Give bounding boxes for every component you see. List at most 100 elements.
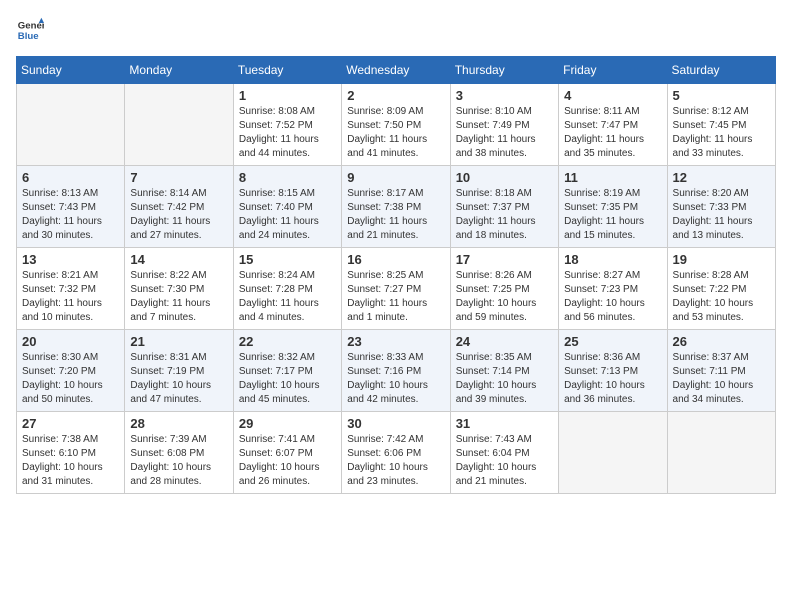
col-header-friday: Friday (559, 57, 667, 84)
col-header-monday: Monday (125, 57, 233, 84)
svg-text:Blue: Blue (18, 31, 39, 42)
col-header-sunday: Sunday (17, 57, 125, 84)
day-number: 10 (456, 170, 553, 185)
calendar-cell: 2 Sunrise: 8:09 AMSunset: 7:50 PMDaylight… (342, 84, 450, 166)
logo: General Blue (16, 16, 44, 44)
col-header-thursday: Thursday (450, 57, 558, 84)
calendar-cell: 29 Sunrise: 7:41 AMSunset: 6:07 PMDayligh… (233, 412, 341, 494)
calendar-cell: 12 Sunrise: 8:20 AMSunset: 7:33 PMDayligh… (667, 166, 775, 248)
calendar-cell: 22Sunrise: 8:32 AMSunset: 7:17 PMDayligh… (233, 330, 341, 412)
calendar-cell: 23 Sunrise: 8:33 AMSunset: 7:16 PMDayligh… (342, 330, 450, 412)
calendar-week-row: 27 Sunrise: 7:38 AMSunset: 6:10 PMDayligh… (17, 412, 776, 494)
day-info: Sunrise: 8:19 AMSunset: 7:35 PMDaylight:… (564, 187, 661, 243)
day-number: 8 (239, 170, 336, 185)
calendar-cell: 19 Sunrise: 8:28 AMSunset: 7:22 PMDayligh… (667, 248, 775, 330)
day-number: 23 (347, 334, 444, 349)
day-info: Sunrise: 8:11 AMSunset: 7:47 PMDaylight:… (564, 105, 661, 161)
day-number: 4 (564, 88, 661, 103)
day-info: Sunrise: 8:33 AMSunset: 7:16 PMDaylight:… (347, 351, 444, 407)
day-number: 2 (347, 88, 444, 103)
day-number: 7 (130, 170, 227, 185)
day-number: 19 (673, 252, 770, 267)
calendar-cell: 3Sunrise: 8:10 AMSunset: 7:49 PMDaylight… (450, 84, 558, 166)
calendar-header-row: SundayMondayTuesdayWednesdayThursdayFrid… (17, 57, 776, 84)
calendar-cell: 15 Sunrise: 8:24 AMSunset: 7:28 PMDayligh… (233, 248, 341, 330)
day-info: Sunrise: 8:12 AMSunset: 7:45 PMDaylight:… (673, 105, 770, 161)
day-info: Sunrise: 8:31 AMSunset: 7:19 PMDaylight:… (130, 351, 227, 407)
calendar-cell: 8 Sunrise: 8:15 AMSunset: 7:40 PMDaylight… (233, 166, 341, 248)
day-info: Sunrise: 8:18 AMSunset: 7:37 PMDaylight:… (456, 187, 553, 243)
day-number: 13 (22, 252, 119, 267)
calendar-cell: 27 Sunrise: 7:38 AMSunset: 6:10 PMDayligh… (17, 412, 125, 494)
calendar-cell (667, 412, 775, 494)
day-info: Sunrise: 8:20 AMSunset: 7:33 PMDaylight:… (673, 187, 770, 243)
day-info: Sunrise: 8:25 AMSunset: 7:27 PMDaylight:… (347, 269, 444, 325)
day-number: 26 (673, 334, 770, 349)
calendar-cell: 18Sunrise: 8:27 AMSunset: 7:23 PMDayligh… (559, 248, 667, 330)
day-info: Sunrise: 8:35 AMSunset: 7:14 PMDaylight:… (456, 351, 553, 407)
calendar-cell: 25Sunrise: 8:36 AMSunset: 7:13 PMDayligh… (559, 330, 667, 412)
day-number: 12 (673, 170, 770, 185)
calendar-cell: 21 Sunrise: 8:31 AMSunset: 7:19 PMDayligh… (125, 330, 233, 412)
day-number: 30 (347, 416, 444, 431)
day-number: 24 (456, 334, 553, 349)
day-info: Sunrise: 8:17 AMSunset: 7:38 PMDaylight:… (347, 187, 444, 243)
calendar-cell: 16 Sunrise: 8:25 AMSunset: 7:27 PMDayligh… (342, 248, 450, 330)
col-header-saturday: Saturday (667, 57, 775, 84)
day-number: 3 (456, 88, 553, 103)
day-number: 14 (130, 252, 227, 267)
day-info: Sunrise: 8:21 AMSunset: 7:32 PMDaylight:… (22, 269, 119, 325)
calendar-table: SundayMondayTuesdayWednesdayThursdayFrid… (16, 56, 776, 494)
day-number: 6 (22, 170, 119, 185)
calendar-cell: 4 Sunrise: 8:11 AMSunset: 7:47 PMDaylight… (559, 84, 667, 166)
calendar-cell (125, 84, 233, 166)
day-number: 15 (239, 252, 336, 267)
day-info: Sunrise: 7:43 AMSunset: 6:04 PMDaylight:… (456, 433, 553, 489)
day-info: Sunrise: 8:09 AMSunset: 7:50 PMDaylight:… (347, 105, 444, 161)
day-info: Sunrise: 8:26 AMSunset: 7:25 PMDaylight:… (456, 269, 553, 325)
day-number: 11 (564, 170, 661, 185)
day-info: Sunrise: 8:37 AMSunset: 7:11 PMDaylight:… (673, 351, 770, 407)
calendar-cell: 7Sunrise: 8:14 AMSunset: 7:42 PMDaylight… (125, 166, 233, 248)
day-info: Sunrise: 8:28 AMSunset: 7:22 PMDaylight:… (673, 269, 770, 325)
calendar-week-row: 20Sunrise: 8:30 AMSunset: 7:20 PMDayligh… (17, 330, 776, 412)
calendar-cell: 26 Sunrise: 8:37 AMSunset: 7:11 PMDayligh… (667, 330, 775, 412)
calendar-cell (17, 84, 125, 166)
calendar-cell: 10 Sunrise: 8:18 AMSunset: 7:37 PMDayligh… (450, 166, 558, 248)
calendar-cell: 24 Sunrise: 8:35 AMSunset: 7:14 PMDayligh… (450, 330, 558, 412)
day-info: Sunrise: 8:15 AMSunset: 7:40 PMDaylight:… (239, 187, 336, 243)
calendar-cell: 14Sunrise: 8:22 AMSunset: 7:30 PMDayligh… (125, 248, 233, 330)
calendar-cell: 6 Sunrise: 8:13 AMSunset: 7:43 PMDaylight… (17, 166, 125, 248)
day-info: Sunrise: 7:41 AMSunset: 6:07 PMDaylight:… (239, 433, 336, 489)
calendar-cell: 11 Sunrise: 8:19 AMSunset: 7:35 PMDayligh… (559, 166, 667, 248)
day-number: 27 (22, 416, 119, 431)
day-info: Sunrise: 8:24 AMSunset: 7:28 PMDaylight:… (239, 269, 336, 325)
calendar-week-row: 6 Sunrise: 8:13 AMSunset: 7:43 PMDaylight… (17, 166, 776, 248)
calendar-week-row: 1 Sunrise: 8:08 AMSunset: 7:52 PMDaylight… (17, 84, 776, 166)
day-number: 29 (239, 416, 336, 431)
day-number: 1 (239, 88, 336, 103)
day-info: Sunrise: 8:36 AMSunset: 7:13 PMDaylight:… (564, 351, 661, 407)
day-info: Sunrise: 7:39 AMSunset: 6:08 PMDaylight:… (130, 433, 227, 489)
day-number: 28 (130, 416, 227, 431)
calendar-cell: 9 Sunrise: 8:17 AMSunset: 7:38 PMDaylight… (342, 166, 450, 248)
day-number: 31 (456, 416, 553, 431)
calendar-week-row: 13 Sunrise: 8:21 AMSunset: 7:32 PMDayligh… (17, 248, 776, 330)
calendar-cell: 28 Sunrise: 7:39 AMSunset: 6:08 PMDayligh… (125, 412, 233, 494)
day-number: 16 (347, 252, 444, 267)
day-number: 20 (22, 334, 119, 349)
calendar-cell: 30Sunrise: 7:42 AMSunset: 6:06 PMDayligh… (342, 412, 450, 494)
day-number: 17 (456, 252, 553, 267)
day-number: 18 (564, 252, 661, 267)
day-number: 5 (673, 88, 770, 103)
day-number: 21 (130, 334, 227, 349)
day-info: Sunrise: 8:32 AMSunset: 7:17 PMDaylight:… (239, 351, 336, 407)
day-number: 9 (347, 170, 444, 185)
day-info: Sunrise: 8:08 AMSunset: 7:52 PMDaylight:… (239, 105, 336, 161)
calendar-cell (559, 412, 667, 494)
day-info: Sunrise: 8:13 AMSunset: 7:43 PMDaylight:… (22, 187, 119, 243)
calendar-cell: 5 Sunrise: 8:12 AMSunset: 7:45 PMDaylight… (667, 84, 775, 166)
page-header: General Blue (16, 16, 776, 44)
calendar-cell: 1 Sunrise: 8:08 AMSunset: 7:52 PMDaylight… (233, 84, 341, 166)
day-info: Sunrise: 7:38 AMSunset: 6:10 PMDaylight:… (22, 433, 119, 489)
